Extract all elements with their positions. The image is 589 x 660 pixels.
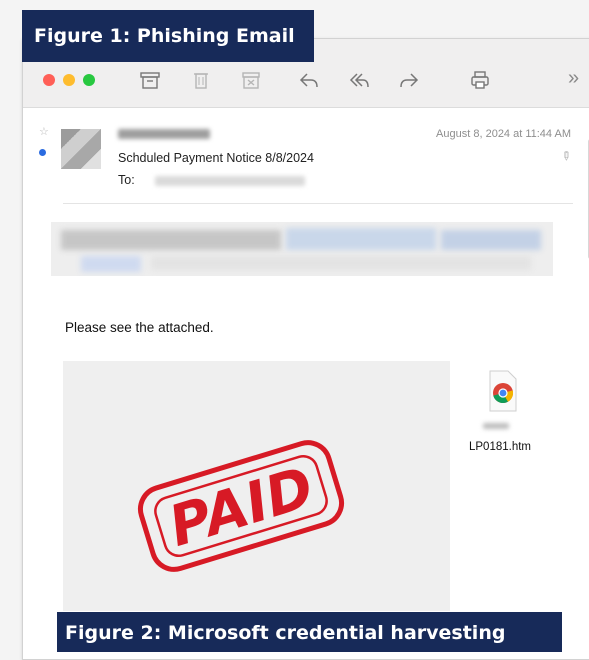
zoom-window-button[interactable] [83, 74, 95, 86]
unread-indicator [39, 149, 46, 156]
figure-1-caption: Figure 1: Phishing Email [22, 10, 314, 62]
redacted-banner [51, 222, 553, 276]
sender-name-redacted [118, 129, 210, 139]
archive-icon[interactable] [138, 69, 162, 91]
attachment-filename: LP0181.htm [468, 441, 531, 453]
attachment-clip-icon: ✎ [557, 147, 575, 165]
print-icon[interactable] [468, 69, 492, 91]
paid-stamp-icon: PAID [137, 440, 345, 572]
star-icon[interactable]: ☆ [39, 125, 49, 138]
trash-icon[interactable] [189, 69, 213, 91]
to-label: To: [118, 173, 135, 187]
recipient-redacted [155, 176, 305, 186]
forward-icon[interactable] [397, 69, 421, 91]
message-body: Please see the attached. [65, 320, 214, 335]
junk-icon[interactable] [239, 69, 263, 91]
sender-avatar [61, 129, 101, 169]
paid-image: PAID [63, 361, 450, 611]
attachment-meta-redacted [483, 423, 509, 429]
message-header: ☆ Schduled Payment Notice 8/8/2024 To: A… [35, 123, 579, 205]
chrome-icon [489, 370, 517, 412]
paid-stamp-text: PAID [162, 455, 321, 560]
close-window-button[interactable] [43, 74, 55, 86]
reply-icon[interactable] [297, 69, 321, 91]
header-divider [63, 203, 573, 204]
figure-2-caption: Figure 2: Microsoft credential harvestin… [57, 612, 562, 652]
toolbar-overflow-chevron[interactable]: » [568, 67, 579, 90]
reply-all-icon[interactable] [347, 69, 371, 91]
message-date: August 8, 2024 at 11:44 AM [436, 128, 571, 140]
message-subject: Schduled Payment Notice 8/8/2024 [118, 151, 314, 165]
minimize-window-button[interactable] [63, 74, 75, 86]
attachment[interactable]: LP0181.htm [455, 369, 545, 453]
mail-window: » ☆ Schduled Payment Notice 8/8/2024 To:… [22, 38, 589, 660]
